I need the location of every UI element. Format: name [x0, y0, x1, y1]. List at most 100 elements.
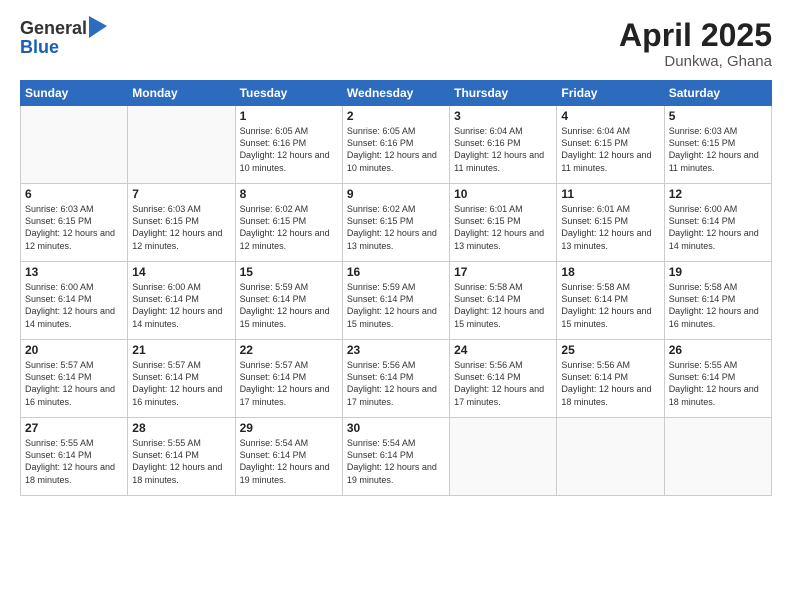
calendar-cell: 18 Sunrise: 5:58 AM Sunset: 6:14 PM Dayli… — [557, 262, 664, 340]
day-info: Sunrise: 6:02 AM Sunset: 6:15 PM Dayligh… — [347, 203, 445, 252]
day-number: 14 — [132, 265, 230, 279]
calendar-cell: 13Sunrise: 6:00 AM Sunset: 6:14 PM Dayli… — [21, 262, 128, 340]
logo-general: General — [20, 19, 87, 37]
day-info: Sunrise: 6:01 AM Sunset: 6:15 PM Dayligh… — [561, 203, 659, 252]
day-number: 25 — [561, 343, 659, 357]
header-row: SundayMondayTuesdayWednesdayThursdayFrid… — [21, 81, 772, 106]
calendar-cell: 29 Sunrise: 5:54 AM Sunset: 6:14 PM Dayli… — [235, 418, 342, 496]
calendar-week-row: 13Sunrise: 6:00 AM Sunset: 6:14 PM Dayli… — [21, 262, 772, 340]
calendar-cell: 21Sunrise: 5:57 AM Sunset: 6:14 PM Dayli… — [128, 340, 235, 418]
calendar-week-row: 27 Sunrise: 5:55 AM Sunset: 6:14 PM Dayli… — [21, 418, 772, 496]
calendar-cell — [21, 106, 128, 184]
calendar-cell: 17 Sunrise: 5:58 AM Sunset: 6:14 PM Dayli… — [450, 262, 557, 340]
logo-icon — [89, 16, 107, 38]
day-header: Tuesday — [235, 81, 342, 106]
day-number: 27 — [25, 421, 123, 435]
day-info: Sunrise: 6:02 AM Sunset: 6:15 PM Dayligh… — [240, 203, 338, 252]
day-number: 3 — [454, 109, 552, 123]
calendar-week-row: 20 Sunrise: 5:57 AM Sunset: 6:14 PM Dayli… — [21, 340, 772, 418]
page: General Blue April 2025 Dunkwa, Ghana Su… — [0, 0, 792, 612]
day-info: Sunrise: 6:03 AM Sunset: 6:15 PM Dayligh… — [669, 125, 767, 174]
day-info: Sunrise: 5:56 AM Sunset: 6:14 PM Dayligh… — [454, 359, 552, 408]
day-header: Monday — [128, 81, 235, 106]
day-number: 15 — [240, 265, 338, 279]
day-info: Sunrise: 5:54 AM Sunset: 6:14 PM Dayligh… — [240, 437, 338, 486]
calendar-cell — [557, 418, 664, 496]
day-header: Friday — [557, 81, 664, 106]
day-number: 8 — [240, 187, 338, 201]
day-number: 2 — [347, 109, 445, 123]
day-info: Sunrise: 6:01 AM Sunset: 6:15 PM Dayligh… — [454, 203, 552, 252]
day-number: 16 — [347, 265, 445, 279]
day-info: Sunrise: 6:05 AM Sunset: 6:16 PM Dayligh… — [240, 125, 338, 174]
day-info: Sunrise: 5:58 AM Sunset: 6:14 PM Dayligh… — [669, 281, 767, 330]
calendar-cell: 1 Sunrise: 6:05 AM Sunset: 6:16 PM Daylig… — [235, 106, 342, 184]
calendar-cell: 26Sunrise: 5:55 AM Sunset: 6:14 PM Dayli… — [664, 340, 771, 418]
day-number: 4 — [561, 109, 659, 123]
day-number: 11 — [561, 187, 659, 201]
day-number: 23 — [347, 343, 445, 357]
day-info: Sunrise: 5:56 AM Sunset: 6:14 PM Dayligh… — [561, 359, 659, 408]
day-info: Sunrise: 5:58 AM Sunset: 6:14 PM Dayligh… — [454, 281, 552, 330]
calendar-cell — [664, 418, 771, 496]
calendar-cell: 10 Sunrise: 6:01 AM Sunset: 6:15 PM Dayli… — [450, 184, 557, 262]
day-number: 24 — [454, 343, 552, 357]
day-info: Sunrise: 5:56 AM Sunset: 6:14 PM Dayligh… — [347, 359, 445, 408]
calendar-cell — [128, 106, 235, 184]
day-number: 28 — [132, 421, 230, 435]
day-number: 20 — [25, 343, 123, 357]
calendar-week-row: 1 Sunrise: 6:05 AM Sunset: 6:16 PM Daylig… — [21, 106, 772, 184]
day-number: 6 — [25, 187, 123, 201]
calendar-cell: 22 Sunrise: 5:57 AM Sunset: 6:14 PM Dayli… — [235, 340, 342, 418]
day-info: Sunrise: 6:04 AM Sunset: 6:15 PM Dayligh… — [561, 125, 659, 174]
calendar-cell: 19Sunrise: 5:58 AM Sunset: 6:14 PM Dayli… — [664, 262, 771, 340]
logo-text: General Blue — [20, 18, 107, 56]
day-info: Sunrise: 5:58 AM Sunset: 6:14 PM Dayligh… — [561, 281, 659, 330]
calendar-cell: 5 Sunrise: 6:03 AM Sunset: 6:15 PM Daylig… — [664, 106, 771, 184]
calendar-table: SundayMondayTuesdayWednesdayThursdayFrid… — [20, 80, 772, 496]
day-number: 22 — [240, 343, 338, 357]
day-info: Sunrise: 6:04 AM Sunset: 6:16 PM Dayligh… — [454, 125, 552, 174]
day-info: Sunrise: 5:59 AM Sunset: 6:14 PM Dayligh… — [347, 281, 445, 330]
day-header: Thursday — [450, 81, 557, 106]
day-number: 5 — [669, 109, 767, 123]
calendar-week-row: 6 Sunrise: 6:03 AM Sunset: 6:15 PM Daylig… — [21, 184, 772, 262]
day-info: Sunrise: 5:57 AM Sunset: 6:14 PM Dayligh… — [240, 359, 338, 408]
day-info: Sunrise: 6:03 AM Sunset: 6:15 PM Dayligh… — [132, 203, 230, 252]
calendar-cell: 20Sunrise: 5:57 AM Sunset: 6:14 PM Dayli… — [21, 340, 128, 418]
calendar-body: 1 Sunrise: 6:05 AM Sunset: 6:16 PM Daylig… — [21, 106, 772, 496]
calendar-cell: 30 Sunrise: 5:54 AM Sunset: 6:14 PM Dayli… — [342, 418, 449, 496]
calendar-cell: 8 Sunrise: 6:02 AM Sunset: 6:15 PM Daylig… — [235, 184, 342, 262]
day-info: Sunrise: 5:54 AM Sunset: 6:14 PM Dayligh… — [347, 437, 445, 486]
logo-blue: Blue — [20, 38, 107, 56]
title-location: Dunkwa, Ghana — [619, 53, 772, 70]
title-block: April 2025 Dunkwa, Ghana — [619, 18, 772, 70]
day-number: 29 — [240, 421, 338, 435]
calendar-cell: 4 Sunrise: 6:04 AM Sunset: 6:15 PM Daylig… — [557, 106, 664, 184]
day-header: Wednesday — [342, 81, 449, 106]
calendar-cell: 24 Sunrise: 5:56 AM Sunset: 6:14 PM Dayli… — [450, 340, 557, 418]
calendar-cell: 2Sunrise: 6:05 AM Sunset: 6:16 PM Daylig… — [342, 106, 449, 184]
day-info: Sunrise: 6:00 AM Sunset: 6:14 PM Dayligh… — [669, 203, 767, 252]
day-number: 26 — [669, 343, 767, 357]
day-header: Saturday — [664, 81, 771, 106]
day-number: 1 — [240, 109, 338, 123]
calendar-cell: 25 Sunrise: 5:56 AM Sunset: 6:14 PM Dayli… — [557, 340, 664, 418]
calendar-cell: 12Sunrise: 6:00 AM Sunset: 6:14 PM Dayli… — [664, 184, 771, 262]
day-header: Sunday — [21, 81, 128, 106]
day-number: 30 — [347, 421, 445, 435]
title-month: April 2025 — [619, 18, 772, 53]
calendar-cell: 27 Sunrise: 5:55 AM Sunset: 6:14 PM Dayli… — [21, 418, 128, 496]
day-number: 7 — [132, 187, 230, 201]
day-info: Sunrise: 6:03 AM Sunset: 6:15 PM Dayligh… — [25, 203, 123, 252]
day-number: 18 — [561, 265, 659, 279]
calendar-cell: 9Sunrise: 6:02 AM Sunset: 6:15 PM Daylig… — [342, 184, 449, 262]
calendar-cell: 16 Sunrise: 5:59 AM Sunset: 6:14 PM Dayli… — [342, 262, 449, 340]
day-number: 17 — [454, 265, 552, 279]
day-number: 13 — [25, 265, 123, 279]
day-info: Sunrise: 5:55 AM Sunset: 6:14 PM Dayligh… — [132, 437, 230, 486]
calendar-cell — [450, 418, 557, 496]
day-info: Sunrise: 5:55 AM Sunset: 6:14 PM Dayligh… — [25, 437, 123, 486]
header: General Blue April 2025 Dunkwa, Ghana — [20, 18, 772, 70]
day-number: 10 — [454, 187, 552, 201]
